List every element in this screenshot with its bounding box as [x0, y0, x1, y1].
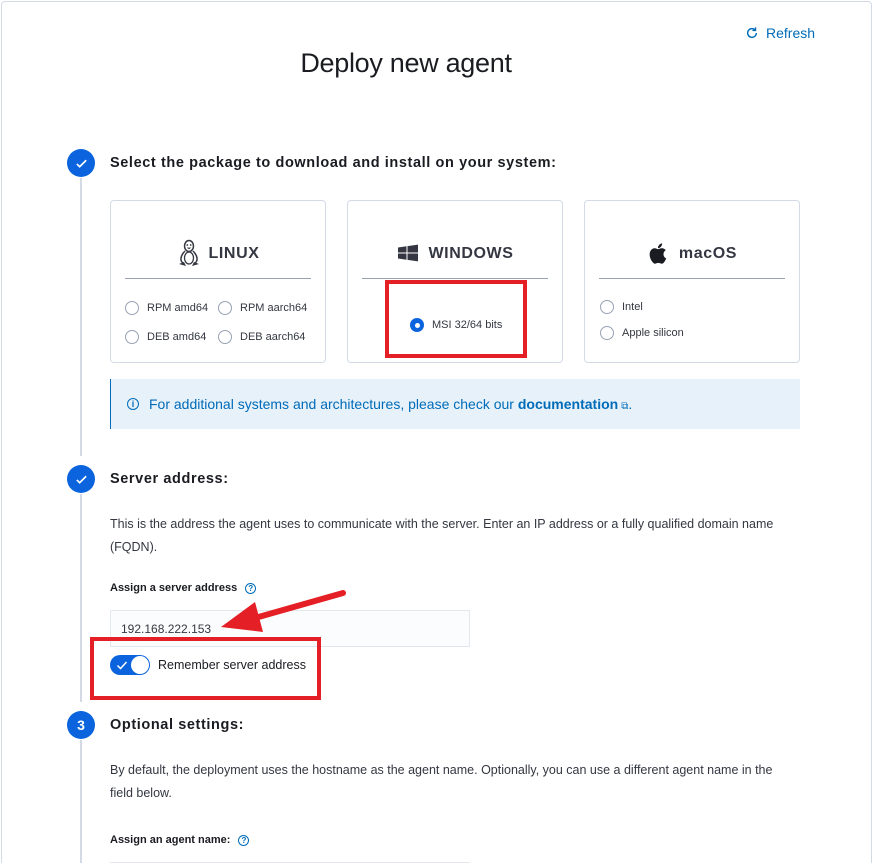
radio-circle[interactable] [600, 326, 614, 340]
radio-label: Apple silicon [622, 327, 684, 339]
radio-label: RPM amd64 [147, 302, 209, 314]
step-rail [80, 178, 82, 456]
radio-deb-aarch64[interactable]: DEB aarch64 [218, 330, 305, 344]
os-label-windows: WINDOWS [428, 245, 514, 262]
step-1-complete-icon [67, 149, 95, 177]
radio-label: DEB amd64 [147, 331, 207, 343]
annotation-box-windows [385, 280, 527, 358]
agent-name-label-text: Assign an agent name: [110, 834, 231, 846]
callout-text-suffix: . [628, 396, 633, 412]
radio-circle[interactable] [218, 301, 232, 315]
step-2-complete-icon [67, 465, 95, 493]
step-2-title: Server address: [110, 471, 229, 487]
os-card-header: WINDOWS [362, 239, 548, 279]
radio-label: DEB aarch64 [240, 331, 306, 343]
step-rail [80, 740, 82, 863]
step-1-title: Select the package to download and insta… [110, 155, 557, 171]
radio-intel[interactable]: Intel [600, 300, 643, 314]
os-card-header: LINUX [125, 239, 311, 279]
step-3-number: 3 [67, 711, 95, 739]
linux-icon [178, 239, 199, 266]
info-icon: i [127, 398, 139, 410]
apple-icon [649, 243, 667, 264]
radio-deb-amd64[interactable]: DEB amd64 [125, 330, 206, 344]
windows-icon [398, 244, 419, 262]
radio-label: RPM aarch64 [240, 302, 308, 314]
documentation-link[interactable]: documentation [518, 396, 618, 412]
step-rail [80, 494, 82, 702]
refresh-label: Refresh [766, 25, 816, 41]
os-card-macos[interactable]: macOS Intel Apple silicon [584, 200, 800, 363]
callout-text: For additional systems and architectures… [149, 396, 632, 412]
annotation-box-toggle [90, 637, 321, 700]
radio-circle[interactable] [218, 330, 232, 344]
radio-rpm-amd64[interactable]: RPM amd64 [125, 301, 208, 315]
radio-circle[interactable] [125, 330, 139, 344]
radio-apple-silicon[interactable]: Apple silicon [600, 326, 684, 340]
refresh-icon [746, 27, 758, 39]
os-card-header: macOS [599, 239, 785, 279]
refresh-button[interactable]: Refresh [745, 25, 815, 41]
radio-label: Intel [622, 301, 643, 313]
agent-name-label: Assign an agent name: ? [110, 834, 250, 846]
page-title: Deploy new agent [300, 48, 512, 78]
os-card-linux[interactable]: LINUX RPM amd64 RPM aarch64 DEB amd64 DE… [110, 200, 326, 363]
panel-frame [1, 1, 872, 863]
callout-text-prefix: For additional systems and architectures… [149, 396, 518, 412]
documentation-callout: i For additional systems and architectur… [110, 379, 800, 429]
radio-rpm-aarch64[interactable]: RPM aarch64 [218, 301, 307, 315]
radio-circle[interactable] [125, 301, 139, 315]
step-3-title: Optional settings: [110, 717, 245, 733]
os-label-linux: LINUX [208, 245, 260, 262]
help-icon[interactable]: ? [238, 834, 250, 846]
os-label-macos: macOS [678, 245, 738, 262]
radio-circle[interactable] [600, 300, 614, 314]
agent-name-description: By default, the deployment uses the host… [110, 763, 773, 800]
server-address-description: This is the address the agent uses to co… [110, 517, 774, 554]
annotation-arrow [221, 590, 346, 632]
